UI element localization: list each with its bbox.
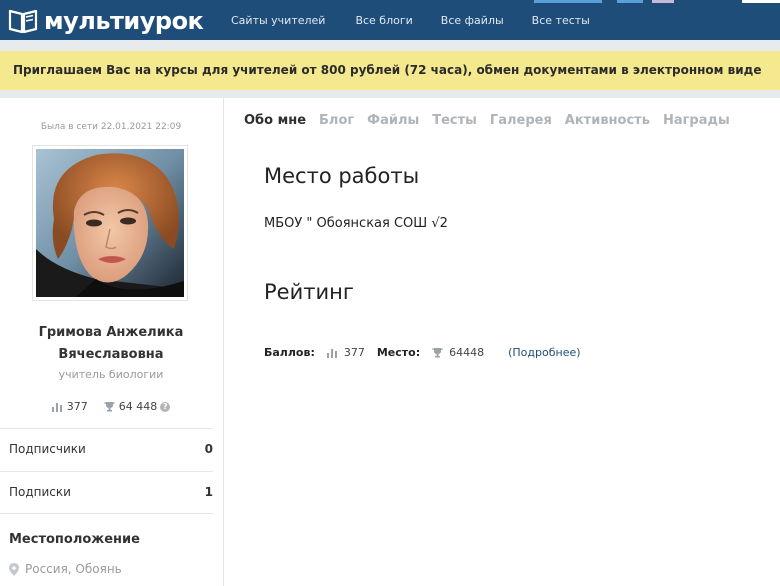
location-text: Россия, Обоянь: [25, 562, 122, 576]
rating-place-value: 64448: [449, 346, 485, 359]
banner-divider: [0, 90, 780, 98]
points-value: 377: [66, 400, 88, 413]
location-value: Россия, Обоянь: [9, 562, 122, 576]
question-icon[interactable]: ?: [160, 401, 171, 412]
subscribers-label: Подписчики: [9, 442, 86, 456]
sidebar-divider: [0, 513, 213, 514]
rating-heading: Рейтинг: [264, 280, 354, 304]
map-pin-icon: [9, 562, 19, 576]
rating-details-link[interactable]: (Подробнее): [508, 346, 580, 359]
tab-activity[interactable]: Активность: [565, 113, 650, 128]
place-label: Место:: [376, 346, 421, 359]
header-deco: [652, 0, 674, 3]
rating-points-value: 377: [343, 346, 365, 359]
user-name-line2: Вячеславовна: [58, 347, 164, 362]
avatar: [32, 145, 188, 301]
profile-sidebar: Была в сети 22.01.2021 22:09 Гримова Анж…: [0, 98, 224, 586]
user-full-name: Гримова Анжелика Вячеславовна: [0, 322, 222, 366]
workplace-value: МБОУ " Обоянская СОШ √2: [264, 216, 448, 231]
header-divider: [0, 40, 780, 51]
tab-blog[interactable]: Блог: [319, 113, 354, 128]
workplace-heading: Место работы: [264, 164, 420, 188]
logo-text: мультиурок: [44, 7, 204, 35]
rating-place: 64448: [432, 346, 484, 359]
promo-banner-text[interactable]: Приглашаем Вас на курсы для учителей от …: [13, 63, 761, 77]
rating-summary: Баллов: 377 Место: 64448 (Подробнее): [264, 346, 581, 359]
trophy-icon: [432, 348, 444, 358]
profile-tabs: Обо мне Блог Файлы Тесты Галерея Активно…: [244, 113, 743, 128]
subscribers-count: 0: [204, 442, 213, 456]
tab-about[interactable]: Обо мне: [244, 113, 306, 128]
subscribers-row[interactable]: Подписчики 0: [0, 428, 213, 470]
location-title: Местоположение: [9, 532, 140, 547]
user-stats: 377 64 448 ?: [0, 400, 222, 413]
nav-all-blogs[interactable]: Все блоги: [355, 14, 412, 27]
subscriptions-count: 1: [204, 485, 213, 499]
place-value: 64 448: [118, 400, 158, 413]
header-deco: [617, 0, 643, 3]
book-icon: [8, 9, 38, 34]
subscriptions-label: Подписки: [9, 485, 71, 499]
nav-all-tests[interactable]: Все тесты: [532, 14, 590, 27]
bar-chart-icon: [51, 402, 62, 412]
promo-banner[interactable]: Приглашаем Вас на курсы для учителей от …: [0, 51, 780, 90]
header-deco: [742, 0, 780, 3]
nav-all-files[interactable]: Все файлы: [441, 14, 504, 27]
bar-chart-icon: [326, 348, 337, 358]
tab-awards[interactable]: Награды: [663, 113, 730, 128]
user-role: учитель биологии: [58, 368, 164, 381]
user-name-line1: Гримова Анжелика: [38, 325, 184, 340]
tab-tests[interactable]: Тесты: [432, 113, 477, 128]
points-label: Баллов:: [264, 346, 315, 359]
trophy-icon: [103, 402, 115, 412]
nav-teacher-sites[interactable]: Сайты учителей: [231, 14, 325, 27]
top-header: мультиурок Сайты учителей Все блоги Все …: [0, 0, 780, 40]
site-logo[interactable]: мультиурок: [8, 7, 204, 35]
points-stat: 377: [51, 400, 88, 413]
subscriptions-row[interactable]: Подписки 1: [0, 471, 213, 513]
place-stat: 64 448 ?: [103, 400, 171, 413]
main-nav: Сайты учителей Все блоги Все файлы Все т…: [231, 0, 618, 40]
tab-gallery[interactable]: Галерея: [490, 113, 552, 128]
last-seen-text: Была в сети 22.01.2021 22:09: [40, 122, 182, 132]
avatar-image: [36, 149, 184, 297]
tab-files[interactable]: Файлы: [367, 113, 419, 128]
rating-points: 377: [326, 346, 365, 359]
